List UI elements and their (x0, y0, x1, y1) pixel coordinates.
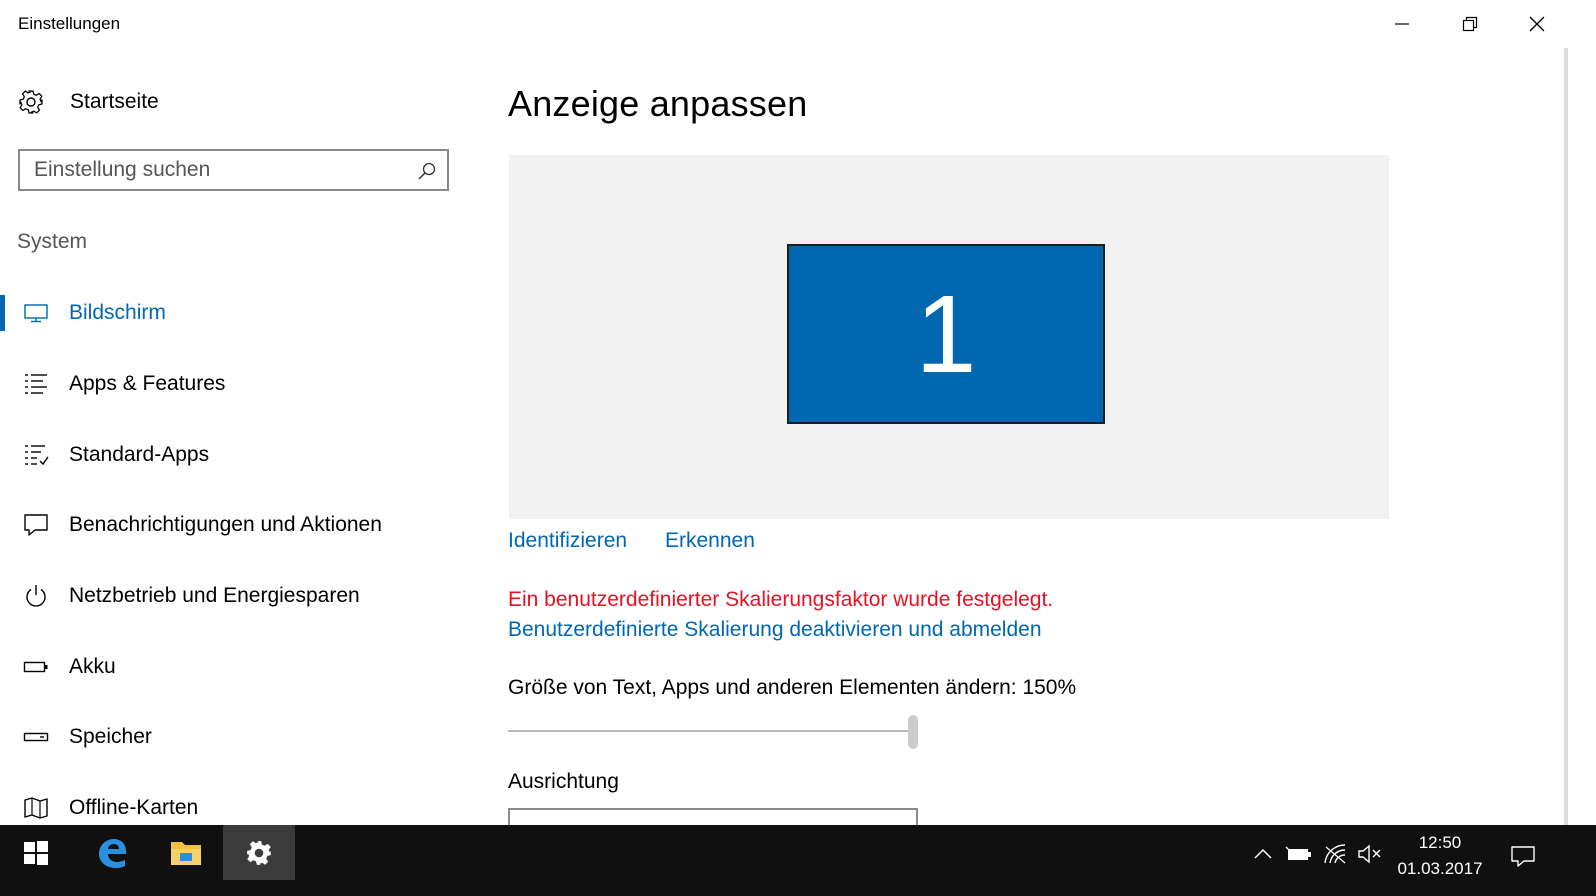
scale-slider-thumb[interactable] (908, 715, 918, 749)
sidebar-item-label: Speicher (69, 725, 152, 748)
clock-date: 01.03.2017 (1397, 859, 1483, 878)
scale-slider-track[interactable] (508, 730, 914, 732)
gear-icon (19, 90, 43, 114)
sidebar-item-label: Benachrichtigungen und Aktionen (69, 513, 382, 536)
windows-logo-icon (24, 840, 48, 865)
identify-link[interactable]: Identifizieren (508, 529, 627, 553)
battery-icon[interactable] (1283, 838, 1315, 870)
sidebar-item-bildschirm[interactable]: Bildschirm (0, 285, 470, 341)
sidebar-item-apps-features[interactable]: Apps & Features (0, 356, 470, 412)
monitor-number: 1 (915, 272, 977, 396)
sidebar-item-label: Standard-Apps (69, 443, 210, 466)
restore-icon (1462, 16, 1478, 32)
default-apps-icon (22, 441, 50, 469)
disable-custom-scaling-link[interactable]: Benutzerdefinierte Skalierung deaktivier… (508, 618, 1042, 642)
sidebar-item-speicher[interactable]: Speicher (0, 709, 470, 765)
battery-icon (22, 653, 50, 681)
explorer-button[interactable] (150, 825, 222, 880)
sidebar-item-power[interactable]: Netzbetrieb und Energiesparen (0, 568, 470, 624)
minimize-button[interactable] (1368, 0, 1436, 48)
taskbar-clock[interactable]: 12:50 01.03.2017 (1390, 830, 1490, 882)
edge-button[interactable] (76, 825, 148, 880)
detect-link[interactable]: Erkennen (665, 529, 755, 553)
window-title: Einstellungen (18, 14, 121, 33)
search-icon[interactable] (417, 161, 437, 181)
orientation-label: Ausrichtung (508, 770, 619, 793)
restore-button[interactable] (1436, 0, 1504, 48)
custom-scaling-warning: Ein benutzerdefinierter Skalierungsfakto… (508, 588, 1054, 611)
sidebar-item-label: Bildschirm (69, 301, 166, 324)
scale-label: Größe von Text, Apps und anderen Element… (508, 676, 1077, 699)
sidebar-item-standard-apps[interactable]: Standard-Apps (0, 427, 470, 483)
sidebar-item-akku[interactable]: Akku (0, 639, 470, 695)
volume-muted-icon[interactable] (1354, 838, 1386, 870)
sidebar-item-label: Offline-Karten (69, 796, 199, 819)
page-title: Anzeige anpassen (508, 83, 808, 124)
scrollbar[interactable] (1564, 48, 1568, 825)
home-label: Startseite (70, 90, 159, 113)
sidebar-item-label: Akku (69, 655, 116, 678)
monitor-icon (22, 299, 50, 327)
list-icon (22, 370, 50, 398)
folder-icon (171, 841, 201, 865)
minimize-icon (1395, 23, 1409, 25)
search-input[interactable] (34, 157, 404, 183)
power-icon (22, 582, 50, 610)
close-icon (1529, 16, 1545, 32)
search-box[interactable] (18, 149, 449, 191)
notification-icon (22, 511, 50, 539)
map-icon (22, 794, 50, 822)
section-title: System (17, 230, 88, 253)
chevron-up-icon[interactable] (1247, 838, 1279, 870)
action-center-icon[interactable] (1507, 840, 1539, 872)
start-button[interactable] (0, 825, 72, 880)
sidebar-item-notifications[interactable]: Benachrichtigungen und Aktionen (0, 497, 470, 553)
display-monitor-1[interactable]: 1 (787, 244, 1105, 424)
sidebar-item-label: Netzbetrieb und Energiesparen (69, 584, 360, 607)
edge-icon (99, 838, 126, 868)
settings-button[interactable] (223, 825, 295, 880)
close-button[interactable] (1503, 0, 1571, 48)
sidebar-item-label: Apps & Features (69, 372, 226, 395)
storage-icon (22, 723, 50, 751)
home-link[interactable]: Startseite (18, 86, 159, 118)
wifi-icon[interactable] (1320, 838, 1352, 870)
clock-time: 12:50 (1418, 833, 1462, 852)
gear-icon (247, 840, 271, 865)
